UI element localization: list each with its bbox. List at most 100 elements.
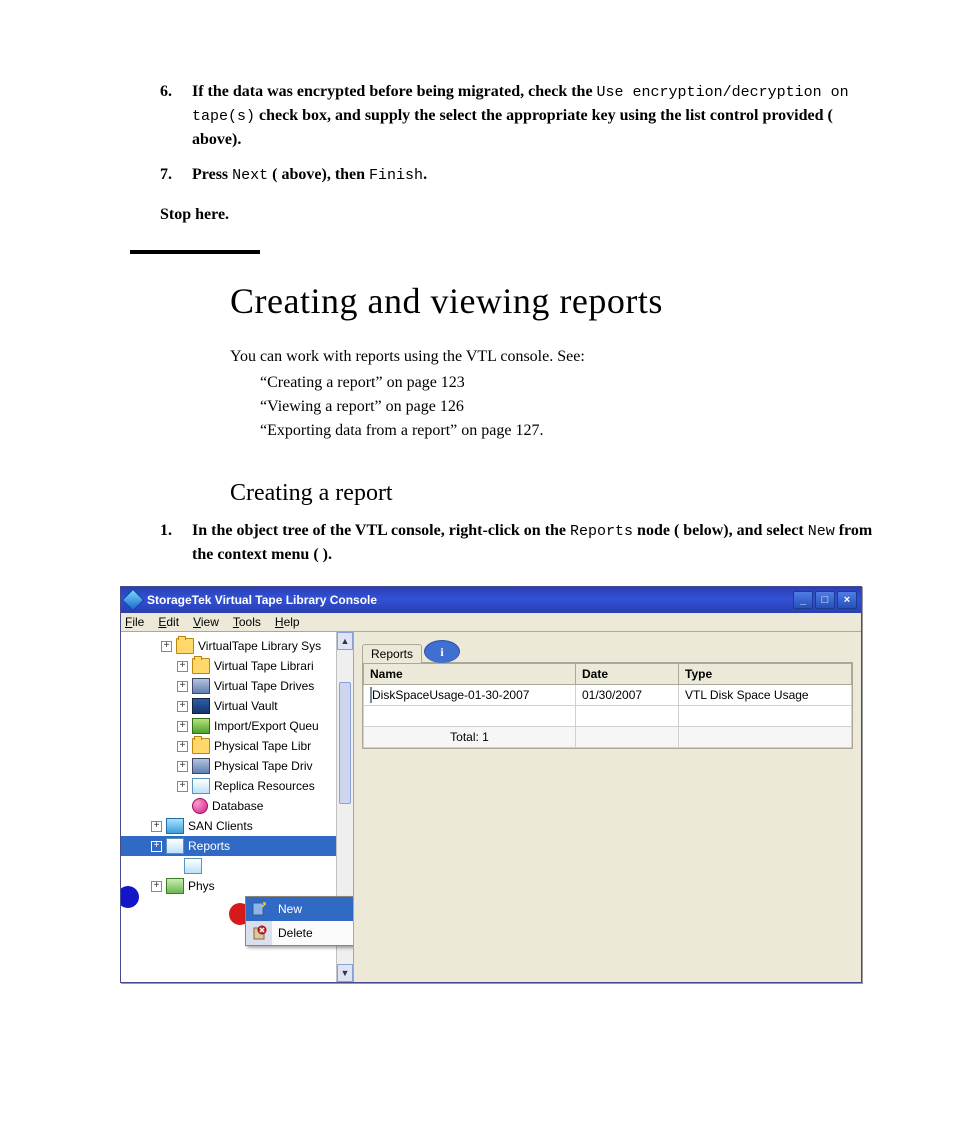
stop-here: Stop here. — [160, 206, 884, 224]
cell-name: DiskSpaceUsage-01-30-2007 — [372, 688, 529, 702]
step-number: 6. — [160, 80, 172, 103]
expand-icon[interactable]: + — [177, 701, 188, 712]
step-text: node ( below), and select — [633, 522, 808, 539]
expand-icon[interactable]: + — [177, 741, 188, 752]
toc-item: “Creating a report” on page 123 — [260, 374, 884, 392]
vault-icon — [192, 698, 210, 714]
subsection-heading: Creating a report — [230, 480, 884, 507]
maximize-button[interactable]: □ — [815, 591, 835, 609]
folder-icon — [192, 658, 210, 674]
app-icon — [122, 589, 145, 612]
rep-icon — [184, 858, 202, 874]
step-7: 7. Press Next ( above), then Finish. — [160, 163, 884, 187]
expand-icon[interactable]: + — [151, 881, 162, 892]
table-total-row: Total: 1 — [364, 727, 852, 748]
step-text: ( above), then — [268, 166, 369, 183]
tree-node[interactable]: + Import/Export Queu — [121, 716, 353, 736]
object-tree[interactable]: + VirtualTape Library Sys + Virtual Tape Li… — [121, 632, 354, 982]
info-icon[interactable]: i — [424, 640, 460, 663]
tree-node[interactable]: + Physical Tape Libr — [121, 736, 353, 756]
table-row-empty — [364, 706, 852, 727]
context-menu-new[interactable]: New — [246, 897, 354, 921]
table-row[interactable]: DiskSpaceUsage-01-30-2007 01/30/2007 VTL… — [364, 685, 852, 706]
tree-node[interactable]: + Virtual Tape Drives — [121, 676, 353, 696]
reports-grid[interactable]: Name Date Type — [362, 662, 853, 749]
expand-icon[interactable]: + — [177, 721, 188, 732]
tree-node[interactable]: +Reports — [121, 836, 353, 856]
scroll-up-icon[interactable]: ▲ — [337, 632, 353, 650]
expand-icon[interactable]: + — [177, 781, 188, 792]
section-rule — [130, 250, 260, 254]
col-type[interactable]: Type — [679, 664, 852, 685]
tree-node[interactable] — [121, 856, 353, 876]
tree-node[interactable]: +Replica Resources — [121, 776, 353, 796]
scroll-thumb[interactable] — [339, 682, 351, 804]
context-menu-delete[interactable]: Delete — [246, 921, 354, 945]
expand-icon[interactable]: + — [151, 821, 162, 832]
step-text: . — [423, 166, 427, 183]
tree-node-label: VirtualTape Library Sys — [198, 639, 321, 653]
step-code: Next — [232, 167, 268, 184]
menu-file[interactable]: File — [125, 615, 144, 629]
section-heading: Creating and viewing reports — [230, 280, 884, 322]
expand-icon[interactable]: + — [177, 661, 188, 672]
rep-icon — [166, 838, 184, 854]
tree-node-label: Virtual Tape Drives — [214, 679, 314, 693]
menu-tools[interactable]: Tools — [233, 615, 261, 629]
content-area: + VirtualTape Library Sys + Virtual Tape Li… — [121, 632, 861, 982]
expand-icon[interactable]: + — [177, 681, 188, 692]
menu-bar: File Edit View Tools Help — [121, 613, 861, 632]
context-menu-label: New — [278, 902, 302, 916]
context-menu: New Delete — [245, 896, 354, 946]
close-button[interactable]: × — [837, 591, 857, 609]
tree-node-label: Virtual Tape Librari — [214, 659, 314, 673]
total-label: Total: 1 — [364, 727, 576, 748]
vtl-console-window: StorageTek Virtual Tape Library Console … — [120, 586, 862, 983]
delete-icon — [250, 924, 268, 942]
tree-node[interactable]: + Phys — [121, 876, 353, 896]
callout-marker-blue — [121, 886, 139, 908]
report-icon — [370, 687, 372, 703]
expand-icon[interactable]: + — [151, 841, 162, 852]
folder-icon — [192, 738, 210, 754]
minimize-button[interactable]: _ — [793, 591, 813, 609]
step-number: 7. — [160, 163, 172, 186]
tree-node-label: Physical Tape Driv — [214, 759, 312, 773]
tab-reports[interactable]: Reports — [362, 644, 422, 663]
expand-icon[interactable]: + — [161, 641, 172, 652]
san-icon — [166, 818, 184, 834]
col-date[interactable]: Date — [576, 664, 679, 685]
db-icon — [192, 798, 208, 814]
drive-icon — [192, 758, 210, 774]
tree-node[interactable]: + Virtual Tape Librari — [121, 656, 353, 676]
tree-node[interactable]: Database — [121, 796, 353, 816]
context-menu-label: Delete — [278, 926, 313, 940]
step-text: In the object tree of the VTL console, r… — [192, 522, 570, 539]
scroll-down-icon[interactable]: ▼ — [337, 964, 353, 982]
window-titlebar[interactable]: StorageTek Virtual Tape Library Console … — [121, 587, 861, 613]
tree-node-label: Phys — [188, 879, 215, 893]
tree-node[interactable]: +Virtual Vault — [121, 696, 353, 716]
details-pane: Reports i Name Date Type — [354, 632, 861, 982]
menu-help[interactable]: Help — [275, 615, 300, 629]
step-text: Press — [192, 166, 232, 183]
tree-node-label: Import/Export Queu — [214, 719, 319, 733]
tree-node[interactable]: + Physical Tape Driv — [121, 756, 353, 776]
step-number: 1. — [160, 519, 172, 542]
step-code: Reports — [570, 523, 633, 540]
step-text: If the data was encrypted before being m… — [192, 83, 597, 100]
col-name[interactable]: Name — [364, 664, 576, 685]
menu-edit[interactable]: Edit — [158, 615, 179, 629]
expand-icon[interactable]: + — [177, 761, 188, 772]
step-code: Finish — [369, 167, 423, 184]
tree-node[interactable]: + SAN Clients — [121, 816, 353, 836]
step-code: New — [808, 523, 835, 540]
tree-node[interactable]: + VirtualTape Library Sys — [121, 636, 353, 656]
tree-node-label: SAN Clients — [188, 819, 253, 833]
new-icon — [250, 900, 268, 918]
intro-text: You can work with reports using the VTL … — [230, 348, 884, 366]
toc-item: “Viewing a report” on page 126 — [260, 398, 884, 416]
menu-view[interactable]: View — [193, 615, 219, 629]
step-6: 6. If the data was encrypted before bein… — [160, 80, 884, 151]
tree-node-label: Physical Tape Libr — [214, 739, 311, 753]
